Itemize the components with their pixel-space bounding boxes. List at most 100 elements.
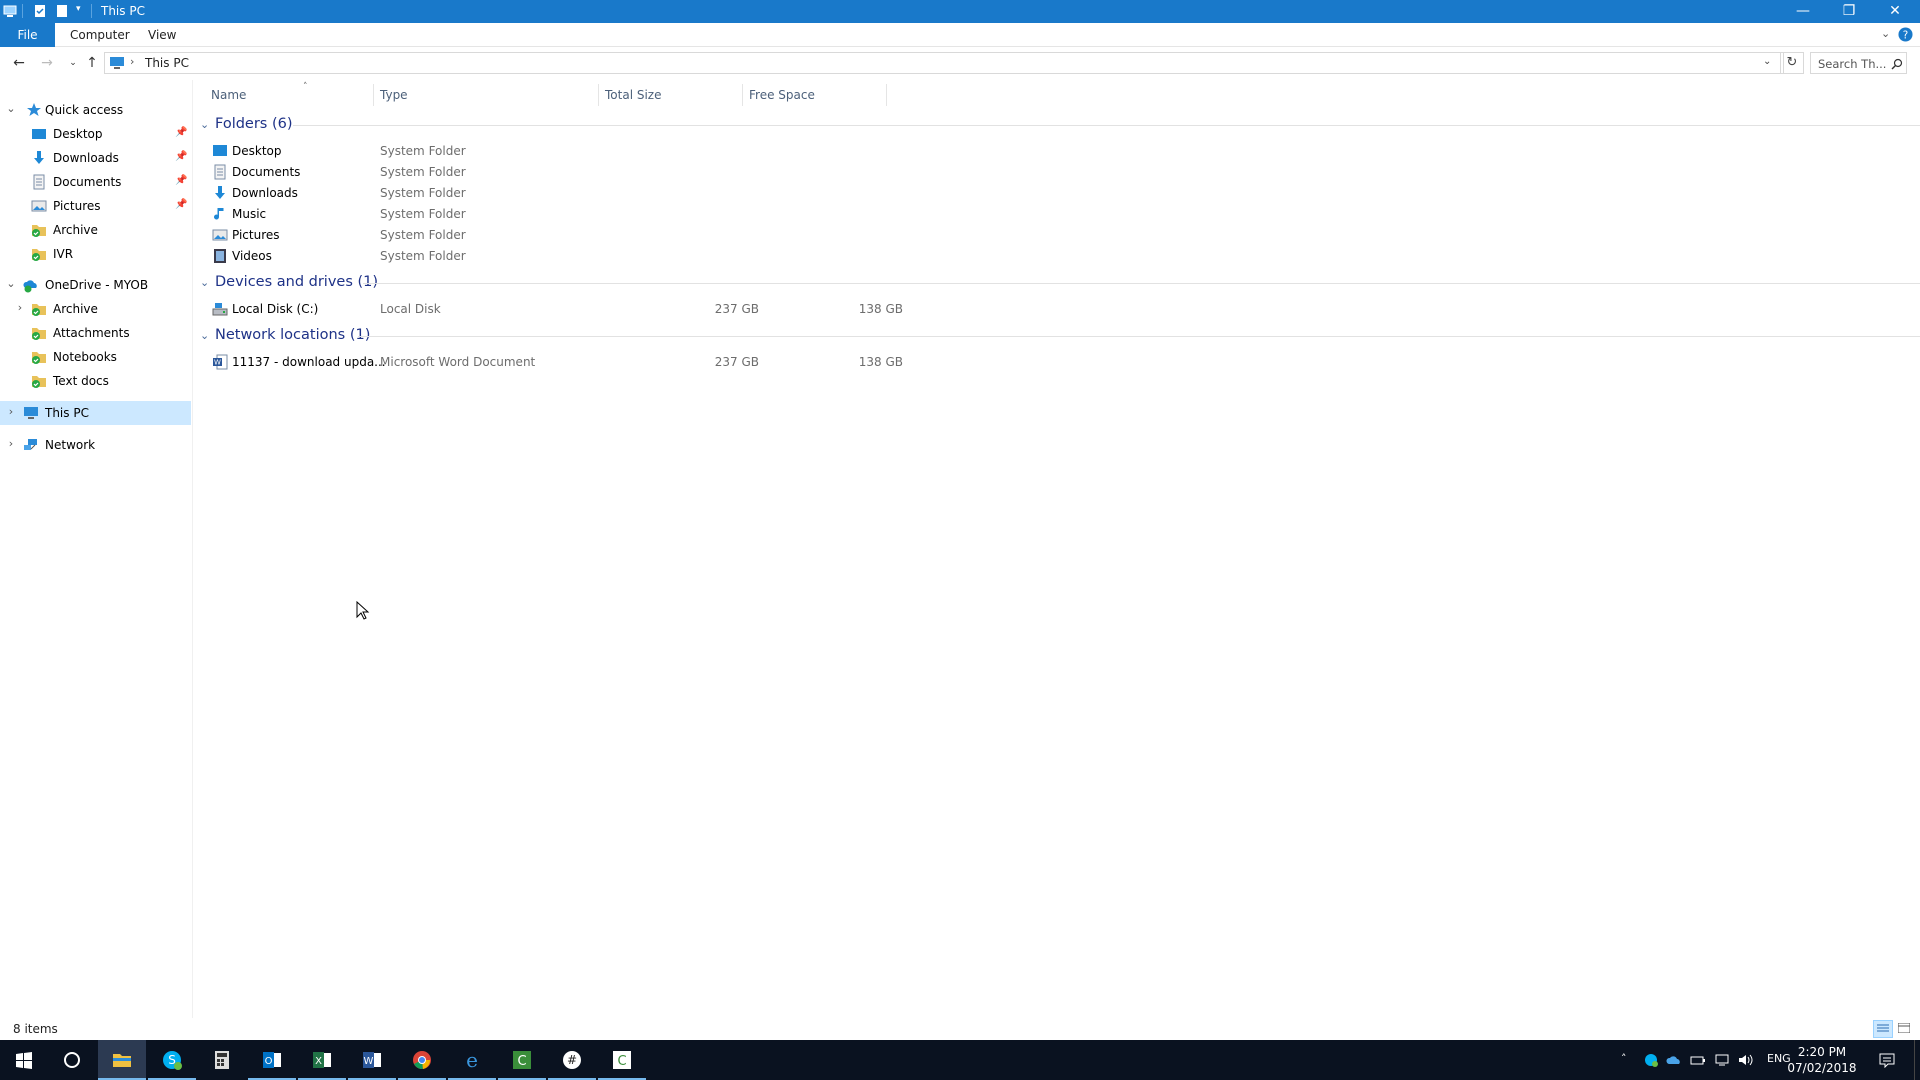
item-free-space: 138 GB bbox=[858, 355, 903, 369]
list-item[interactable]: Documents System Folder bbox=[193, 161, 893, 182]
search-icon[interactable] bbox=[1891, 58, 1903, 70]
nav-od-archive[interactable]: › Archive bbox=[0, 297, 191, 321]
chevron-right-icon[interactable]: › bbox=[5, 405, 17, 419]
nav-od-attachments[interactable]: Attachments bbox=[0, 321, 191, 345]
chevron-right-icon[interactable]: › bbox=[5, 437, 17, 451]
pin-icon[interactable]: 📌 bbox=[175, 199, 187, 211]
column-separator[interactable] bbox=[742, 84, 743, 106]
breadcrumb-this-pc[interactable]: This PC bbox=[145, 56, 189, 70]
chevron-down-icon[interactable]: ⌄ bbox=[200, 276, 209, 289]
nav-label: Documents bbox=[53, 175, 122, 189]
taskbar-camtasia-recorder[interactable]: C bbox=[598, 1040, 646, 1080]
taskbar-calculator[interactable] bbox=[198, 1040, 246, 1080]
forward-button[interactable]: → bbox=[37, 54, 57, 72]
taskbar-camtasia[interactable]: C bbox=[498, 1040, 546, 1080]
column-header-type[interactable]: Type bbox=[380, 84, 550, 106]
onedrive-tray-icon[interactable] bbox=[1666, 1054, 1682, 1066]
action-center-icon[interactable] bbox=[1879, 1052, 1895, 1068]
nav-qa-downloads[interactable]: Downloads 📌 bbox=[0, 146, 191, 170]
chevron-down-icon[interactable]: ⌄ bbox=[5, 277, 17, 291]
volume-icon[interactable] bbox=[1738, 1053, 1754, 1067]
skype-tray-icon[interactable] bbox=[1644, 1053, 1658, 1067]
group-header-devices[interactable]: ⌄ Devices and drives (1) bbox=[193, 272, 1920, 294]
group-header-folders[interactable]: ⌄ Folders (6) bbox=[193, 114, 1920, 136]
taskbar-file-explorer[interactable] bbox=[98, 1040, 146, 1080]
column-separator[interactable] bbox=[886, 84, 887, 106]
nav-onedrive[interactable]: ⌄ OneDrive - MYOB bbox=[0, 273, 191, 297]
taskbar-edge[interactable]: e bbox=[448, 1040, 496, 1080]
restore-button[interactable]: ❐ bbox=[1826, 0, 1872, 23]
documents-icon bbox=[33, 174, 45, 190]
up-button[interactable]: ↑ bbox=[82, 54, 102, 72]
list-item[interactable]: Desktop System Folder bbox=[193, 140, 893, 161]
synced-folder-icon bbox=[32, 304, 46, 316]
properties-icon[interactable] bbox=[33, 4, 47, 18]
show-hidden-icons-button[interactable]: ˄ bbox=[1621, 1052, 1627, 1080]
list-item[interactable]: W 11137 - download upda... Microsoft Wor… bbox=[193, 351, 903, 372]
tab-computer[interactable]: Computer bbox=[58, 23, 142, 47]
nav-qa-documents[interactable]: Documents 📌 bbox=[0, 170, 191, 194]
chevron-down-icon[interactable]: ⌄ bbox=[200, 118, 209, 131]
new-folder-icon[interactable] bbox=[55, 4, 69, 18]
start-button[interactable] bbox=[0, 1040, 48, 1080]
taskbar-excel[interactable]: X bbox=[298, 1040, 346, 1080]
group-header-network[interactable]: ⌄ Network locations (1) bbox=[193, 325, 1920, 347]
address-dropdown-icon[interactable]: ⌄ bbox=[1763, 56, 1771, 67]
nav-qa-desktop[interactable]: Desktop 📌 bbox=[0, 122, 191, 146]
clock[interactable]: 2:20 PM 07/02/2018 bbox=[1782, 1044, 1862, 1076]
pin-icon[interactable]: 📌 bbox=[175, 175, 187, 187]
column-header-total-size[interactable]: Total Size bbox=[605, 84, 735, 106]
nav-label: Archive bbox=[53, 302, 98, 316]
details-view-button[interactable] bbox=[1873, 1020, 1893, 1038]
list-item[interactable]: Downloads System Folder bbox=[193, 182, 893, 203]
close-button[interactable]: ✕ bbox=[1872, 0, 1918, 23]
nav-qa-pictures[interactable]: Pictures 📌 bbox=[0, 194, 191, 218]
qat-dropdown-icon[interactable]: ▾ bbox=[76, 4, 81, 14]
column-separator[interactable] bbox=[373, 84, 374, 106]
cortana-button[interactable] bbox=[48, 1040, 96, 1080]
pictures-icon bbox=[212, 229, 228, 241]
battery-icon[interactable] bbox=[1690, 1053, 1706, 1067]
network-tray-icon[interactable] bbox=[1714, 1053, 1730, 1067]
help-icon[interactable]: ? bbox=[1898, 27, 1913, 42]
item-type: System Folder bbox=[380, 228, 466, 242]
taskbar-slack[interactable]: # bbox=[548, 1040, 596, 1080]
recent-locations-button[interactable]: ⌄ bbox=[63, 54, 83, 72]
nav-od-notebooks[interactable]: Notebooks bbox=[0, 345, 191, 369]
nav-this-pc[interactable]: › This PC bbox=[0, 401, 191, 425]
nav-label: Downloads bbox=[53, 151, 119, 165]
nav-od-text-docs[interactable]: Text docs bbox=[0, 369, 191, 393]
nav-network[interactable]: › Network bbox=[0, 433, 191, 457]
nav-qa-archive[interactable]: Archive bbox=[0, 218, 191, 242]
show-desktop-button[interactable] bbox=[1914, 1040, 1920, 1080]
search-input[interactable]: Search Th... bbox=[1810, 52, 1907, 74]
pin-icon[interactable]: 📌 bbox=[175, 127, 187, 139]
expand-ribbon-icon[interactable]: ⌄ bbox=[1881, 27, 1890, 40]
pin-icon[interactable]: 📌 bbox=[175, 151, 187, 163]
taskbar-chrome[interactable] bbox=[398, 1040, 446, 1080]
taskbar-outlook[interactable]: O bbox=[248, 1040, 296, 1080]
tab-view[interactable]: View bbox=[136, 23, 188, 47]
column-separator[interactable] bbox=[598, 84, 599, 106]
column-header-free-space[interactable]: Free Space bbox=[749, 84, 879, 106]
tab-file[interactable]: File bbox=[0, 23, 55, 47]
taskbar-word[interactable]: W bbox=[348, 1040, 396, 1080]
list-item[interactable]: Music System Folder bbox=[193, 203, 893, 224]
minimize-button[interactable]: — bbox=[1780, 0, 1826, 23]
column-header-name[interactable]: Name ˄ bbox=[211, 82, 381, 106]
address-bar[interactable]: › This PC ⌄ bbox=[104, 52, 1784, 74]
breadcrumb-chevron-icon[interactable]: › bbox=[130, 55, 134, 68]
back-button[interactable]: ← bbox=[9, 54, 29, 72]
chevron-right-icon[interactable]: › bbox=[14, 301, 26, 315]
list-item[interactable]: Local Disk (C:) Local Disk 237 GB 138 GB bbox=[193, 298, 903, 319]
nav-quick-access[interactable]: ⌄ Quick access bbox=[0, 98, 191, 122]
chevron-down-icon[interactable]: ⌄ bbox=[5, 102, 17, 116]
taskbar-skype[interactable]: S bbox=[148, 1040, 196, 1080]
refresh-button[interactable]: ↻ bbox=[1780, 52, 1804, 74]
large-icons-view-button[interactable] bbox=[1895, 1020, 1915, 1038]
chevron-down-icon[interactable]: ⌄ bbox=[200, 329, 209, 342]
quick-access-star-icon bbox=[27, 103, 41, 116]
nav-qa-ivr[interactable]: IVR bbox=[0, 242, 191, 266]
list-item[interactable]: Videos System Folder bbox=[193, 245, 893, 266]
list-item[interactable]: Pictures System Folder bbox=[193, 224, 893, 245]
